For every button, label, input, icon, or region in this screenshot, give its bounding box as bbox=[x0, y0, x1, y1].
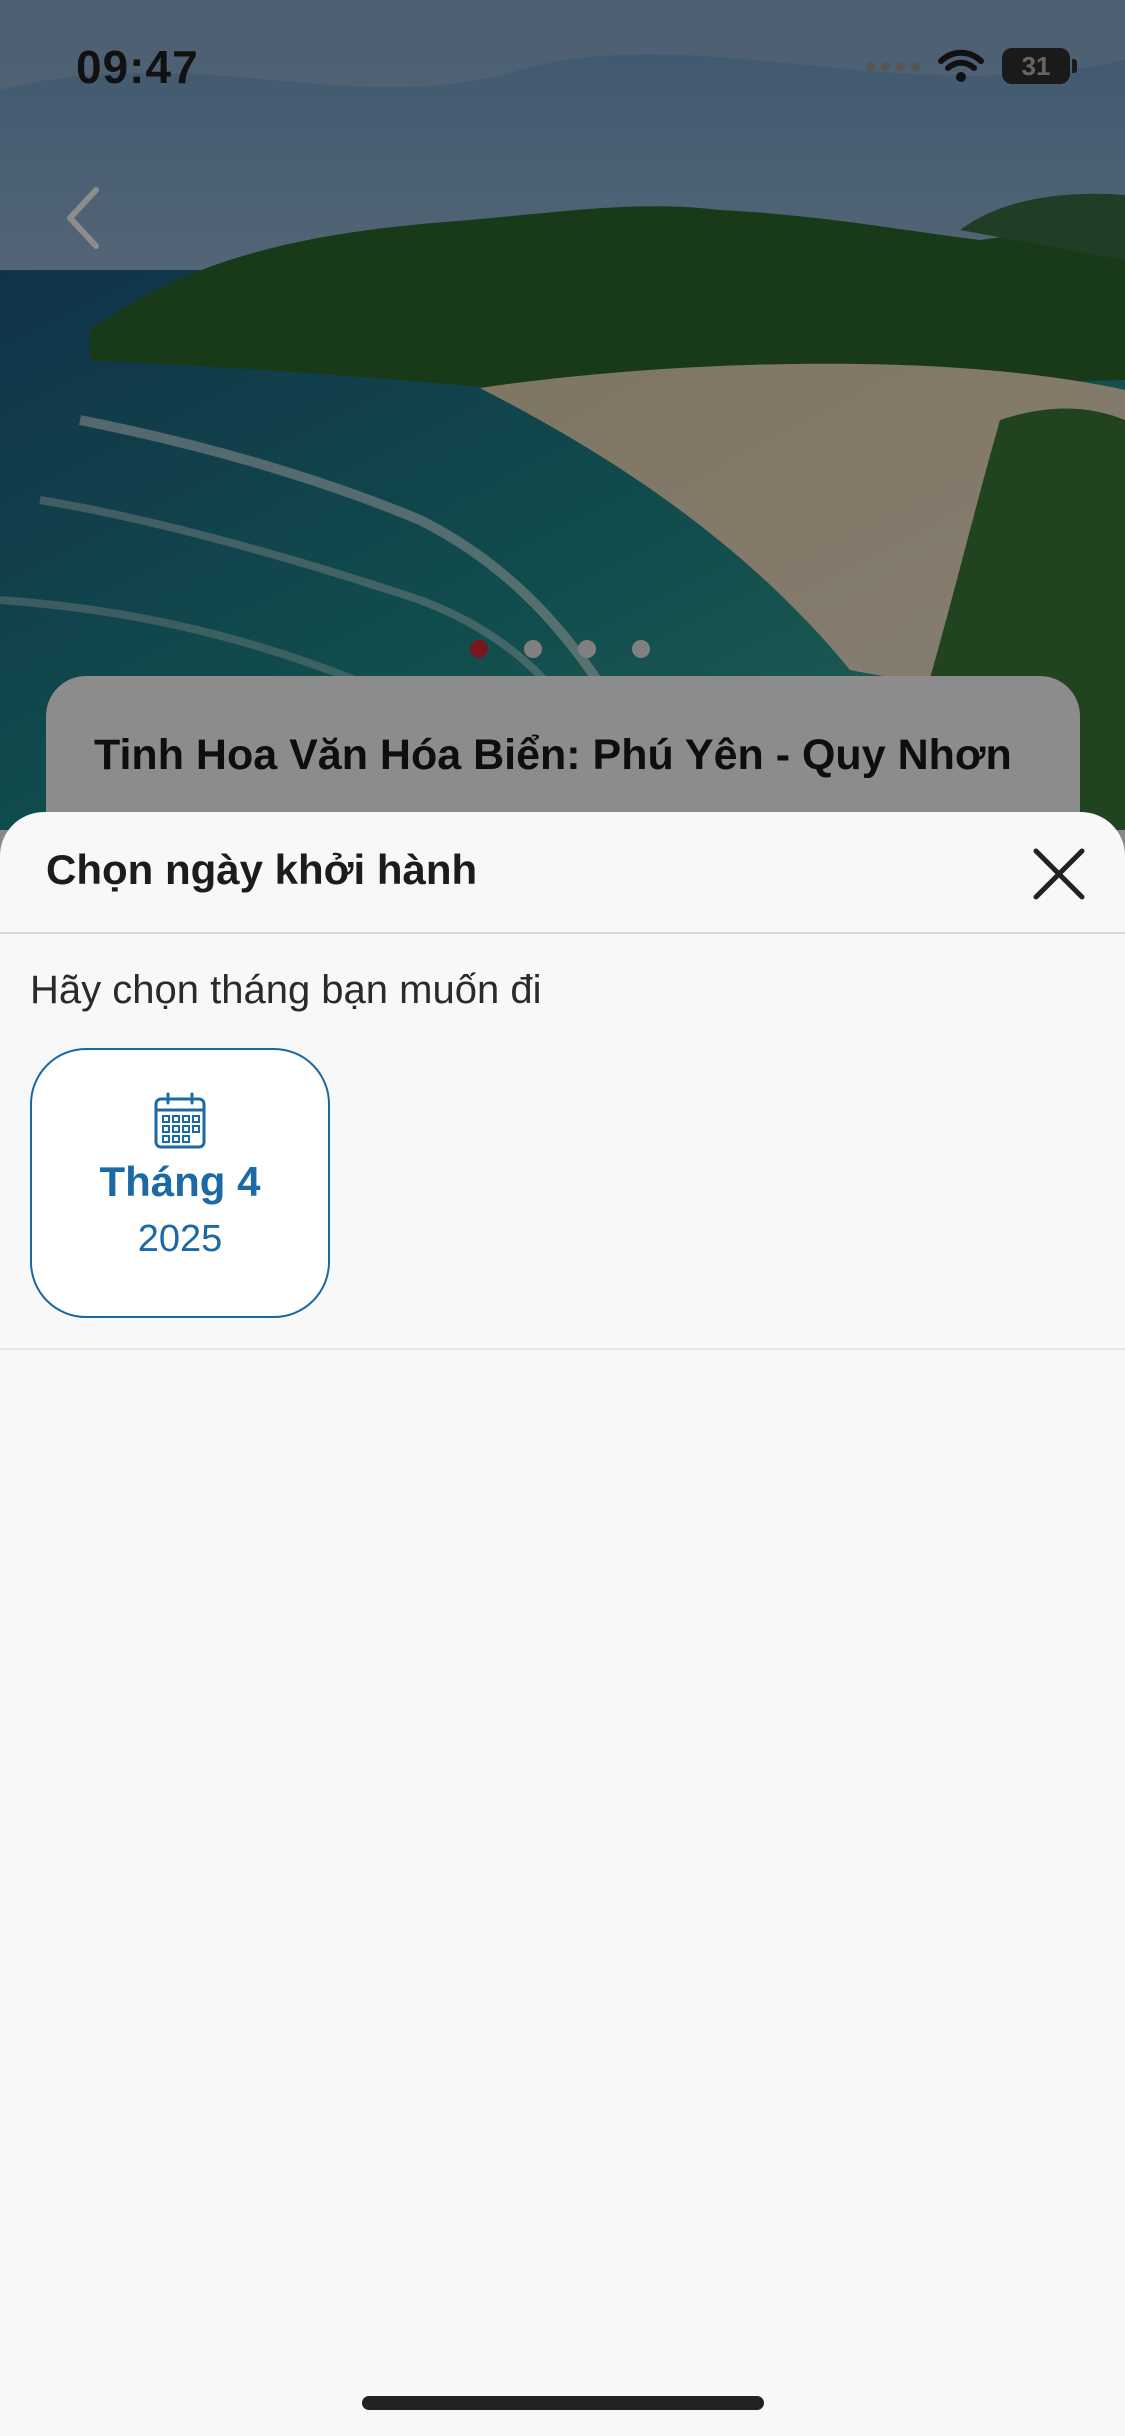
sheet-title: Chọn ngày khởi hành bbox=[46, 846, 478, 893]
departure-date-sheet: Chọn ngày khởi hành Hãy chọn tháng bạn m… bbox=[0, 812, 1125, 2436]
year-label: 2025 bbox=[137, 1218, 223, 1260]
month-option-april-2025[interactable]: Tháng 4 2025 bbox=[30, 1048, 330, 1318]
battery-level: 31 bbox=[1021, 50, 1051, 81]
status-indicators: 31 bbox=[866, 48, 1077, 84]
battery-icon: 31 bbox=[1002, 48, 1070, 84]
close-button[interactable] bbox=[1029, 844, 1089, 904]
divider bbox=[0, 1348, 1125, 1350]
close-icon bbox=[1033, 848, 1085, 900]
month-label: Tháng 4 bbox=[99, 1158, 261, 1205]
wifi-icon bbox=[938, 49, 984, 82]
home-indicator[interactable] bbox=[362, 2396, 764, 2410]
sheet-header: Chọn ngày khởi hành bbox=[0, 812, 1125, 934]
cellular-signal-icon bbox=[866, 61, 920, 71]
month-prompt: Hãy chọn tháng bạn muốn đi bbox=[30, 968, 542, 1012]
calendar-icon bbox=[154, 1092, 206, 1149]
status-time: 09:47 bbox=[76, 41, 199, 93]
